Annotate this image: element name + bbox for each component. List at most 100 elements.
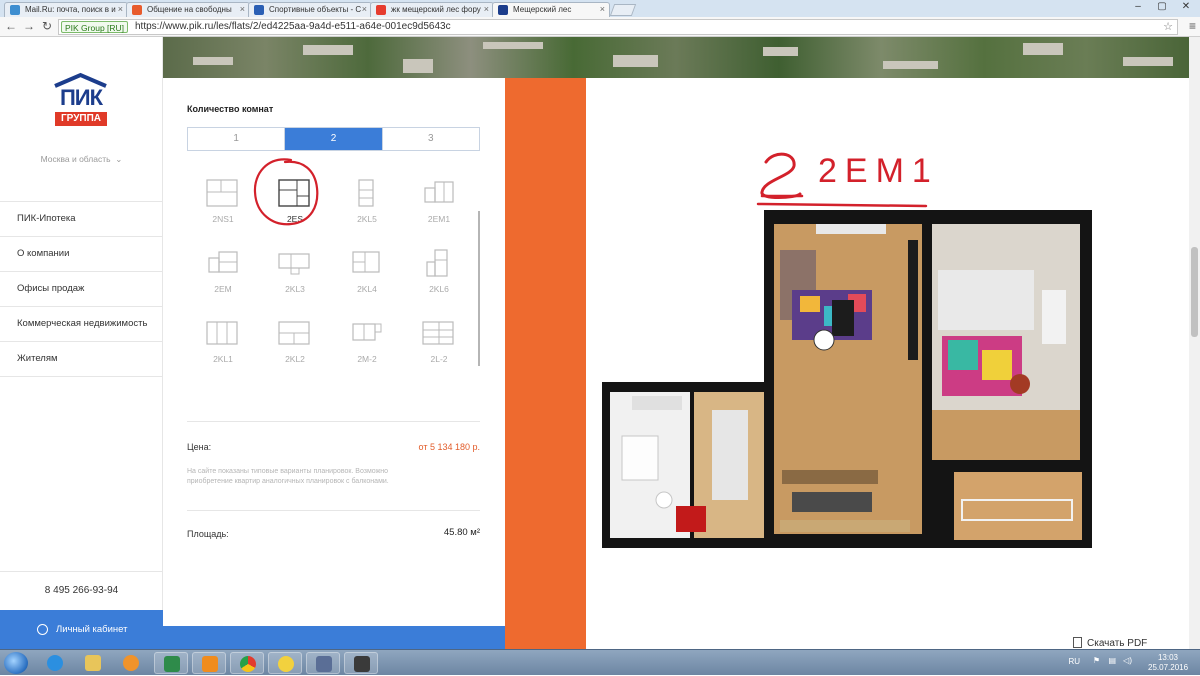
close-tab-icon[interactable]: × (118, 4, 123, 14)
url-text[interactable]: https://www.pik.ru/les/flats/2/ed4225aa-… (135, 21, 451, 32)
floorplan-thumbnail-icon (352, 323, 382, 341)
page-scrollbar-thumb[interactable] (1191, 247, 1198, 337)
mail-favicon-icon (10, 5, 20, 15)
layout-code: 2KL4 (357, 284, 377, 294)
language-indicator[interactable]: RU (1068, 657, 1080, 666)
cabinet-label: Личный кабинет (56, 624, 128, 635)
tab-sport[interactable]: Спортивные объекты - С × (248, 2, 372, 17)
region-selector[interactable]: Москва и область ⌄ (0, 154, 163, 165)
outlook-icon[interactable] (192, 652, 226, 674)
browser-menu-icon[interactable]: ≡ (1189, 19, 1196, 33)
layout-code: 2L-2 (430, 354, 448, 364)
rooms-option-3[interactable]: 3 (383, 128, 479, 150)
tab-forum[interactable]: Общение на свободны × (126, 2, 250, 17)
layout-card-2kl6[interactable]: 2KL6 (403, 240, 475, 306)
layout-code: 2KL6 (429, 284, 449, 294)
tab-title: Общение на свободны (147, 5, 232, 14)
layout-card-2kl1[interactable]: 2KL1 (187, 310, 259, 376)
reload-icon[interactable]: ↻ (40, 19, 54, 33)
region-label: Москва и область (40, 154, 111, 164)
layout-list-scrollbar[interactable] (478, 211, 480, 366)
close-tab-icon[interactable]: × (484, 4, 489, 14)
orange-accent-band (505, 78, 586, 649)
tab-title: Mail.Ru: почта, поиск в и (25, 5, 116, 14)
chrome-icon[interactable] (230, 652, 264, 674)
media-player-icon[interactable] (114, 652, 148, 674)
rooms-option-1[interactable]: 1 (188, 128, 286, 150)
phone-number[interactable]: 8 495 266-93-94 (0, 571, 163, 610)
layout-code: 2KL2 (285, 354, 305, 364)
flag-icon[interactable]: ⚑ (1093, 656, 1100, 665)
close-window-icon[interactable]: ✕ (1176, 1, 1196, 12)
volume-icon[interactable]: ◁) (1123, 656, 1132, 665)
plan-code-text: 2EM1 (818, 152, 931, 190)
minimize-icon[interactable]: – (1128, 1, 1148, 12)
divider (187, 510, 480, 511)
personal-cabinet-button[interactable]: Личный кабинет (0, 610, 163, 649)
bookmark-star-icon[interactable]: ☆ (1163, 20, 1173, 33)
internet-explorer-icon[interactable] (38, 652, 72, 674)
layout-code: 2NS1 (212, 214, 234, 224)
tab-search[interactable]: жк мещерский лес фору × (370, 2, 494, 17)
clock[interactable]: 13:03 25.07.2016 (1148, 653, 1188, 673)
download-pdf-label: Скачать PDF (1087, 638, 1148, 649)
maximize-icon[interactable]: ▢ (1152, 1, 1172, 12)
layout-card-2ns1[interactable]: 2NS1 (187, 170, 259, 236)
aerial-photo-banner (163, 37, 1189, 78)
pik-favicon-icon (498, 5, 508, 15)
page-scrollbar[interactable] (1189, 37, 1200, 649)
sidebar-item-mortgage[interactable]: ПИК-Ипотека (0, 202, 163, 237)
floorplan-thumbnail-icon (358, 179, 374, 207)
layout-card-2em1[interactable]: 2EM1 (403, 170, 475, 236)
price-label: Цена: (187, 442, 212, 452)
page: ПИК ГРУППА Москва и область ⌄ ПИК-Ипотек… (0, 37, 1189, 649)
layout-card-2kl3[interactable]: 2KL3 (259, 240, 331, 306)
address-bar: ← → ↻ PIK Group [RU] https://www.pik.ru/… (0, 17, 1200, 37)
new-tab-button[interactable] (609, 4, 637, 16)
sidebar-item-residents[interactable]: Жителям (0, 342, 163, 377)
sidebar-item-about[interactable]: О компании (0, 237, 163, 272)
network-icon[interactable]: ▤ (1108, 656, 1116, 665)
sidebar-item-sales-offices[interactable]: Офисы продаж (0, 272, 163, 307)
layout-card-2l-2[interactable]: 2L-2 (403, 310, 475, 376)
layout-code: 2EM1 (427, 214, 451, 224)
layout-card-2kl4[interactable]: 2KL4 (331, 240, 403, 306)
close-tab-icon[interactable]: × (240, 4, 245, 14)
url-field[interactable]: PIK Group [RU] https://www.pik.ru/les/fl… (58, 19, 1178, 35)
windows-taskbar: RU ⚑ ▤ ◁) 13:03 25.07.2016 (0, 649, 1200, 675)
start-button-icon[interactable] (4, 652, 28, 674)
archive-app-icon[interactable] (306, 652, 340, 674)
close-tab-icon[interactable]: × (600, 4, 605, 14)
tab-title: Спортивные объекты - С (269, 5, 362, 14)
1c-icon[interactable] (268, 652, 302, 674)
floorplan-thumbnail-icon (278, 321, 310, 345)
download-pdf-link[interactable]: Скачать PDF (1073, 637, 1147, 649)
forum-favicon-icon (132, 5, 142, 15)
pik-logo[interactable]: ПИК ГРУППА (53, 72, 108, 128)
floorplan-thumbnail-icon (352, 251, 380, 273)
area-label: Площадь: (187, 529, 229, 539)
panel-footer-bar (163, 626, 505, 649)
sidebar-item-commercial[interactable]: Коммерческая недвижимость (0, 307, 163, 342)
floorplan-thumbnail-icon (422, 321, 454, 345)
close-tab-icon[interactable]: × (362, 4, 367, 14)
layout-card-2kl5[interactable]: 2KL5 (331, 170, 403, 236)
rooms-option-2[interactable]: 2 (285, 128, 383, 150)
tab-meshchersky[interactable]: Мещерский лес × (492, 2, 610, 17)
layout-card-2kl2[interactable]: 2KL2 (259, 310, 331, 376)
back-arrow-icon[interactable]: ← (4, 19, 18, 33)
floorplan-thumbnail-icon (206, 321, 238, 345)
rooms-count-label: Количество комнат (187, 104, 274, 114)
excel-icon[interactable] (154, 652, 188, 674)
ev-certificate-badge[interactable]: PIK Group [RU] (61, 21, 129, 33)
layout-card-2em[interactable]: 2EM (187, 240, 259, 306)
forward-arrow-icon[interactable]: → (22, 19, 36, 33)
rooms-count-selector: 1 2 3 (187, 127, 480, 151)
layout-card-2m-2[interactable]: 2M-2 (331, 310, 403, 376)
scanner-app-icon[interactable] (344, 652, 378, 674)
tab-mail[interactable]: Mail.Ru: почта, поиск в и × (4, 2, 128, 17)
layout-code: 2KL3 (285, 284, 305, 294)
handwritten-annotation: 2EM1 (756, 152, 931, 208)
file-explorer-icon[interactable] (76, 652, 110, 674)
floorplan-3d-image[interactable] (602, 210, 1092, 550)
